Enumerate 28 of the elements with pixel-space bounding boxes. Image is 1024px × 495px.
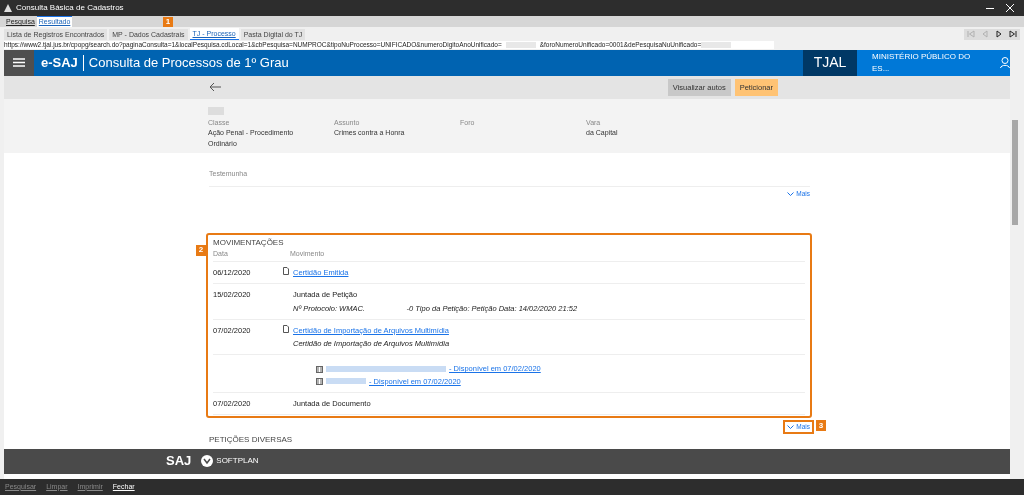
user-menu[interactable]: MINISTÉRIO PÚBLICO DO ES... xyxy=(857,50,1010,76)
logo-text: SOFTPLAN xyxy=(216,455,259,468)
section-title: MOVIMENTAÇÕES xyxy=(213,236,285,249)
redacted-block xyxy=(326,378,366,385)
chevron-down-icon xyxy=(787,191,795,196)
logo-text: SAJ xyxy=(166,452,192,471)
document-icon xyxy=(283,267,289,276)
court-label: TJAL xyxy=(803,50,857,76)
menu-icon xyxy=(13,58,25,68)
menu-button[interactable] xyxy=(4,50,34,76)
document-icon xyxy=(283,324,289,333)
page-title: Consulta de Processos de 1º Grau xyxy=(88,54,289,72)
nav-arrow-icon[interactable] xyxy=(995,30,1003,38)
user-icon xyxy=(1000,57,1010,69)
annotation-badge: 3 xyxy=(816,420,826,432)
film-icon xyxy=(316,365,323,373)
section-title: PETIÇÕES DIVERSAS xyxy=(209,433,294,446)
close-icon[interactable] xyxy=(1006,4,1014,12)
brand-title: e-SAJ xyxy=(41,54,78,72)
annotation-badge: 1 xyxy=(163,17,173,27)
film-icon xyxy=(316,377,323,385)
chevron-down-icon xyxy=(787,425,795,429)
window-title: Consulta Básica de Cadastros xyxy=(16,2,124,14)
back-arrow-icon[interactable] xyxy=(209,82,221,93)
nav-arrow-icon[interactable] xyxy=(1009,30,1017,38)
annotation-badge: 2 xyxy=(196,244,206,256)
minimize-icon[interactable] xyxy=(986,7,994,9)
app-icon xyxy=(4,4,12,12)
